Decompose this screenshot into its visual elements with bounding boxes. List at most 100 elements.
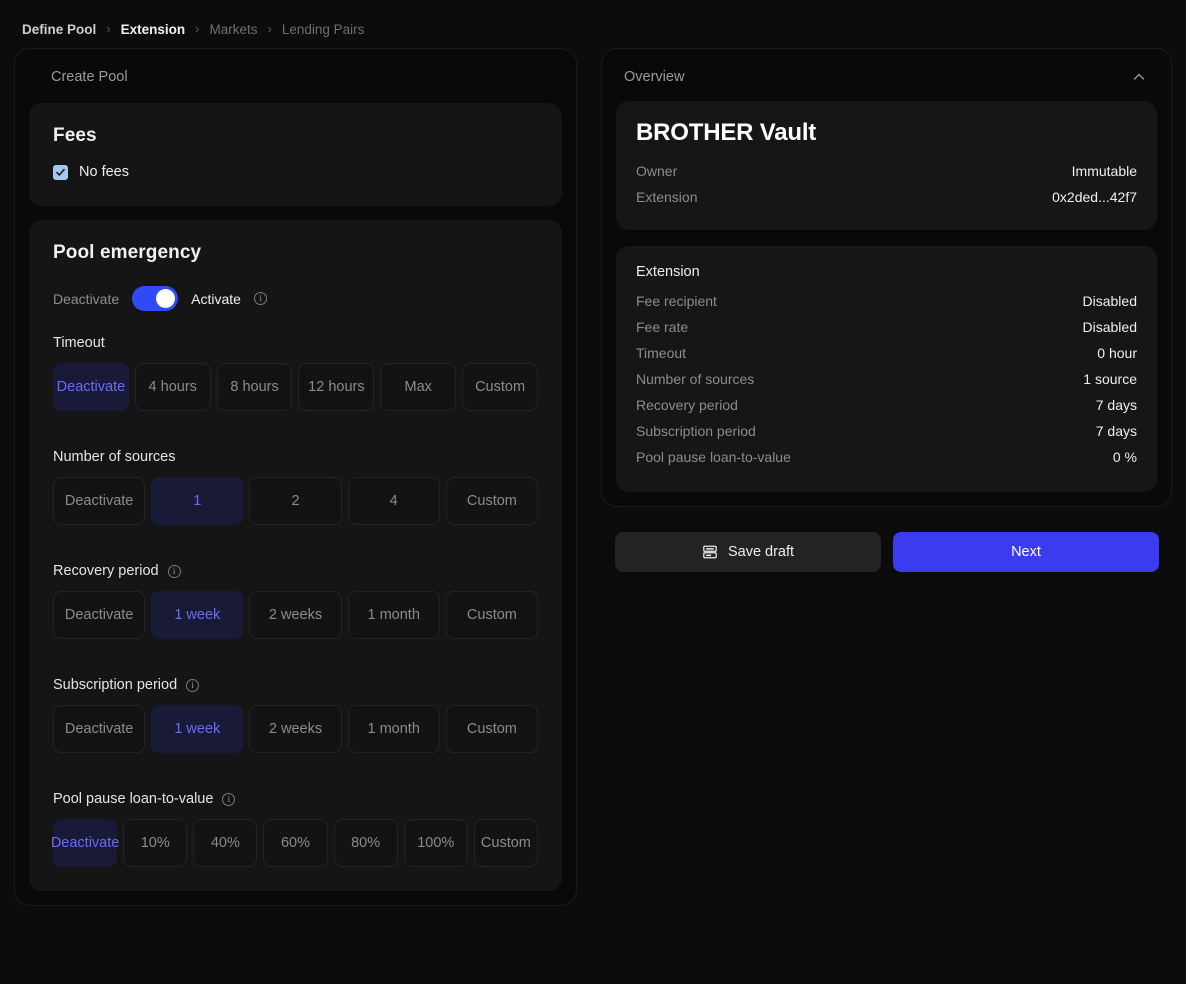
extension-detail-row: Fee rate Disabled: [636, 314, 1137, 340]
overview-title: Overview: [624, 69, 685, 85]
info-icon[interactable]: i: [222, 792, 236, 806]
extension-detail-key: Pool pause loan-to-value: [636, 449, 791, 465]
save-draft-button[interactable]: Save draft: [615, 532, 881, 572]
extension-detail-key: Recovery period: [636, 397, 738, 413]
pool-emergency-toggle-row: Deactivate Activate i: [53, 286, 538, 311]
extension-detail-key: Number of sources: [636, 371, 755, 387]
vault-name: BROTHER Vault: [636, 119, 817, 146]
extension-detail-row: Timeout 0 hour: [636, 340, 1137, 366]
chip-subscription-period-1-month[interactable]: 1 month: [347, 705, 440, 753]
chip-timeout-4-hours[interactable]: 4 hours: [134, 363, 211, 411]
field-number-of-sources: Number of sources Deactivate 1 2 4 Custom: [53, 449, 539, 525]
chip-number-of-sources-2[interactable]: 2: [249, 477, 342, 525]
chip-group-number-of-sources: Deactivate 1 2 4 Custom: [53, 477, 539, 525]
info-icon[interactable]: i: [167, 564, 181, 578]
no-fees-label: No fees: [79, 164, 129, 180]
extension-detail-row: Number of sources 1 source: [636, 366, 1137, 392]
extension-heading: Extension: [636, 264, 700, 280]
label-text: Subscription period: [53, 677, 178, 693]
chip-subscription-period-2-weeks[interactable]: 2 weeks: [249, 705, 342, 753]
chip-number-of-sources-custom[interactable]: Custom: [445, 477, 539, 525]
extension-rows: Fee recipient Disabled Fee rate Disabled Tim…: [636, 288, 1137, 470]
no-fees-checkbox[interactable]: [53, 164, 68, 180]
extension-detail-value: 1 source: [1083, 371, 1137, 387]
overview-column: Overview BROTHER Vault Owner Immutable Ext…: [601, 48, 1172, 572]
chip-timeout-custom[interactable]: Custom: [462, 363, 538, 411]
extension-detail-value: Disabled: [1082, 293, 1137, 309]
main-columns: Create Pool Fees No fees Pool emergency: [0, 42, 1186, 906]
pool-emergency-toggle[interactable]: [132, 286, 179, 311]
chip-subscription-period-1-week[interactable]: 1 week: [151, 705, 244, 753]
overview-header: Overview: [602, 49, 1171, 101]
chip-timeout-8-hours[interactable]: 8 hours: [216, 363, 293, 411]
chip-timeout-deactivate[interactable]: Deactivate: [53, 363, 129, 411]
extension-detail-key: Fee rate: [636, 319, 689, 335]
field-label-timeout: Timeout: [53, 335, 538, 351]
chip-recovery-period-1-week[interactable]: 1 week: [151, 591, 244, 639]
chip-group-recovery-period: Deactivate 1 week 2 weeks 1 month Custom: [53, 591, 539, 639]
breadcrumb-item-extension[interactable]: Extension: [121, 22, 186, 37]
vault-summary-panel: BROTHER Vault Owner Immutable Extension 0x2…: [616, 101, 1157, 230]
chip-recovery-period-custom[interactable]: Custom: [445, 591, 539, 639]
chip-group-subscription-period: Deactivate 1 week 2 weeks 1 month Custom: [53, 705, 539, 753]
chip-timeout-12-hours[interactable]: 12 hours: [298, 363, 375, 411]
server-save-icon: [702, 544, 718, 560]
save-draft-label: Save draft: [727, 544, 795, 560]
toggle-deactivate-label: Deactivate: [53, 290, 120, 307]
create-pool-column: Create Pool Fees No fees Pool emergency: [14, 48, 577, 906]
next-label: Next: [1011, 544, 1041, 560]
breadcrumb-item-lending-pairs[interactable]: Lending Pairs: [282, 22, 365, 37]
extension-summary-panel: Extension Fee recipient Disabled Fee rate D…: [616, 246, 1157, 492]
breadcrumb: Define Pool › Extension › Markets › Lending Pa…: [0, 0, 1186, 42]
chip-pool-pause-loan-to-value-80[interactable]: 80%: [333, 819, 398, 867]
vault-detail-row: Owner Immutable: [636, 158, 1137, 184]
chip-pool-pause-loan-to-value-100[interactable]: 100%: [403, 819, 468, 867]
chevron-up-icon[interactable]: [1131, 69, 1147, 85]
chip-pool-pause-loan-to-value-60[interactable]: 60%: [263, 819, 328, 867]
label-text: Timeout: [53, 335, 105, 351]
action-buttons: Save draft Next: [601, 507, 1172, 572]
field-label-number-of-sources: Number of sources: [53, 449, 538, 465]
field-label-pool-pause-loan-to-value: Pool pause loan-to-value i: [53, 791, 538, 807]
chip-pool-pause-loan-to-value-10[interactable]: 10%: [123, 819, 188, 867]
extension-detail-row: Pool pause loan-to-value 0 %: [636, 444, 1137, 470]
chip-recovery-period-deactivate[interactable]: Deactivate: [53, 591, 146, 639]
extension-detail-row: Subscription period 7 days: [636, 418, 1137, 444]
next-button[interactable]: Next: [893, 532, 1159, 572]
field-label-recovery-period: Recovery period i: [53, 563, 538, 579]
field-subscription-period: Subscription period i Deactivate 1 week 2 we…: [53, 677, 539, 753]
breadcrumb-item-define-pool[interactable]: Define Pool: [22, 22, 96, 37]
vault-detail-row: Extension 0x2ded...42f7: [636, 184, 1137, 210]
no-fees-row[interactable]: No fees: [53, 164, 538, 180]
chip-recovery-period-2-weeks[interactable]: 2 weeks: [249, 591, 342, 639]
field-pool-pause-loan-to-value: Pool pause loan-to-value i Deactivate 10% 40…: [51, 791, 538, 867]
chip-number-of-sources-4[interactable]: 4: [347, 477, 440, 525]
field-timeout: Timeout Deactivate 4 hours 8 hours 12 hours M…: [53, 335, 538, 411]
chip-number-of-sources-deactivate[interactable]: Deactivate: [53, 477, 146, 525]
vault-detail-value: 0x2ded...42f7: [1052, 189, 1137, 205]
overview-card: Overview BROTHER Vault Owner Immutable Ext…: [601, 48, 1172, 507]
label-text: Number of sources: [53, 449, 176, 465]
chip-pool-pause-loan-to-value-custom[interactable]: Custom: [473, 819, 538, 867]
pool-emergency-panel: Pool emergency Deactivate Activate i Tim…: [29, 220, 562, 891]
pool-emergency-heading: Pool emergency: [53, 242, 202, 263]
chip-number-of-sources-1[interactable]: 1: [151, 477, 244, 525]
create-pool-card: Create Pool Fees No fees Pool emergency: [14, 48, 577, 906]
chip-timeout-max[interactable]: Max: [380, 363, 457, 411]
chip-pool-pause-loan-to-value-40[interactable]: 40%: [193, 819, 258, 867]
extension-detail-value: Disabled: [1082, 319, 1137, 335]
chip-subscription-period-deactivate[interactable]: Deactivate: [53, 705, 146, 753]
fees-panel: Fees No fees: [29, 103, 562, 206]
emergency-fields: Timeout Deactivate 4 hours 8 hours 12 hours M…: [51, 335, 539, 867]
toggle-activate-label: Activate: [191, 290, 241, 307]
label-text: Pool pause loan-to-value: [53, 791, 214, 807]
chip-pool-pause-loan-to-value-deactivate[interactable]: Deactivate: [51, 819, 119, 867]
info-icon[interactable]: i: [253, 292, 267, 305]
vault-detail-key: Owner: [636, 163, 678, 179]
info-icon[interactable]: i: [186, 678, 200, 692]
chip-recovery-period-1-month[interactable]: 1 month: [347, 591, 440, 639]
breadcrumb-item-markets[interactable]: Markets: [209, 22, 257, 37]
breadcrumb-separator: ›: [106, 21, 111, 36]
breadcrumb-separator: ›: [267, 21, 272, 36]
chip-subscription-period-custom[interactable]: Custom: [445, 705, 539, 753]
